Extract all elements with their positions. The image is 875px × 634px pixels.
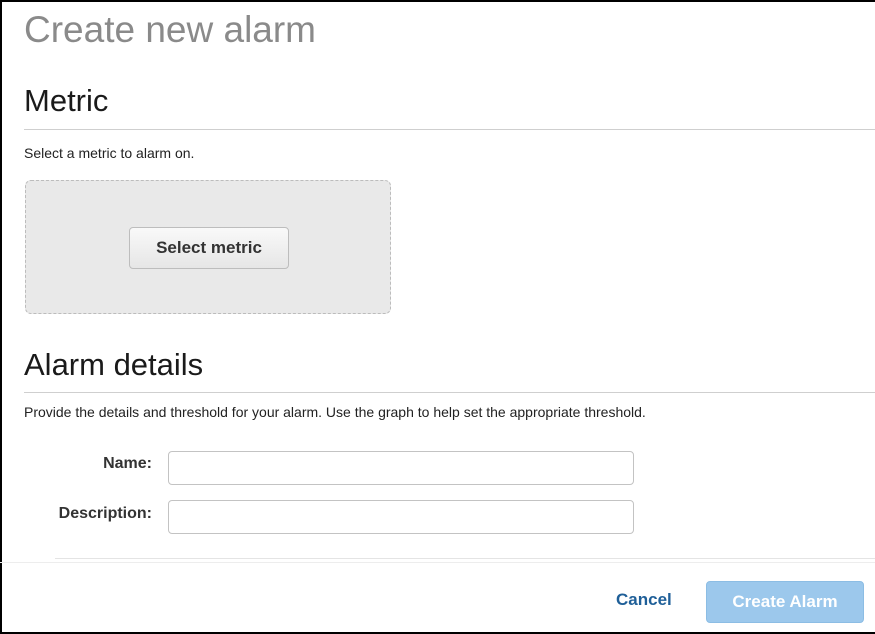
name-input[interactable] [168, 451, 634, 485]
alarm-details-divider [24, 392, 875, 393]
footer-divider [0, 562, 875, 563]
alarm-details-heading: Alarm details [24, 347, 204, 382]
name-label: Name: [103, 455, 152, 472]
page-title: Create new alarm [24, 9, 317, 50]
metric-divider [24, 129, 875, 130]
description-input[interactable] [168, 500, 634, 534]
cancel-button[interactable]: Cancel [616, 590, 672, 610]
alarm-details-help-text: Provide the details and threshold for yo… [24, 404, 646, 420]
metric-help-text: Select a metric to alarm on. [24, 145, 195, 161]
metric-section-heading: Metric [24, 83, 109, 118]
description-label: Description: [58, 505, 152, 522]
create-alarm-button[interactable]: Create Alarm [706, 581, 864, 623]
form-bottom-divider [55, 558, 875, 559]
dialog-frame [0, 0, 875, 634]
select-metric-button[interactable]: Select metric [129, 227, 289, 269]
metric-selection-area: Select metric [25, 180, 391, 314]
